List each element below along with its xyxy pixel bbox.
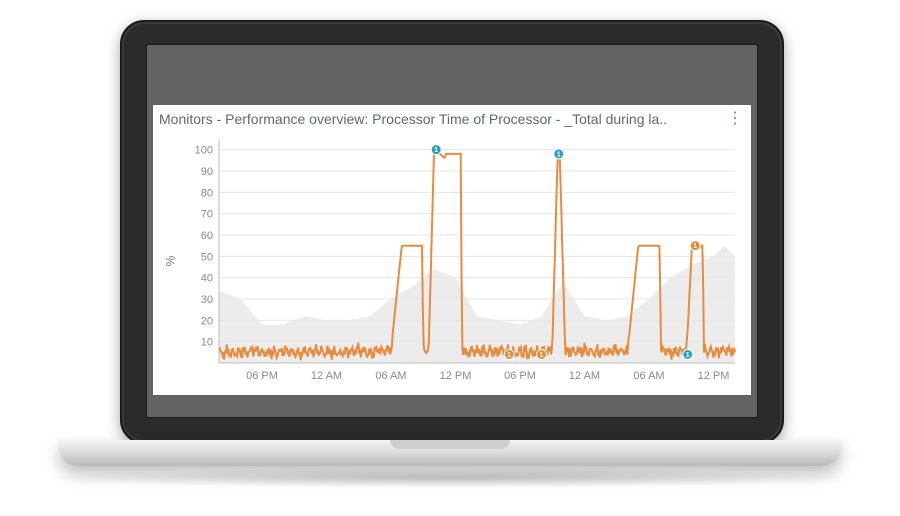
x-tick-label: 06 PM xyxy=(504,370,536,382)
chart-marker-label: 1 xyxy=(557,151,561,158)
y-tick-label: 90 xyxy=(201,166,213,178)
y-tick-label: 100 xyxy=(195,145,213,157)
y-tick-label: 60 xyxy=(201,230,213,242)
panel-header: Monitors - Performance overview: Process… xyxy=(153,105,751,133)
x-tick-label: 06 AM xyxy=(375,370,406,382)
y-tick-label: 70 xyxy=(201,209,213,221)
chart-panel: Monitors - Performance overview: Process… xyxy=(153,105,751,395)
y-tick-label: 30 xyxy=(201,294,213,306)
kebab-menu-icon[interactable]: ⋮ xyxy=(725,111,745,127)
chart-marker-label: 1 xyxy=(540,352,544,359)
x-tick-label: 12 PM xyxy=(698,370,730,382)
laptop-frame: Monitors - Performance overview: Process… xyxy=(120,20,784,444)
x-tick-label: 06 PM xyxy=(246,370,278,382)
line-chart: 10 20 30 40 50 60 70 80 90 100 06 PM 12 AM 06 AM 12 P… xyxy=(159,133,745,389)
chart-marker-label: 1 xyxy=(686,352,690,359)
chart-marker-label: 1 xyxy=(693,243,697,250)
laptop-shadow xyxy=(40,468,860,488)
y-tick-label: 40 xyxy=(201,273,213,285)
laptop-screen: Monitors - Performance overview: Process… xyxy=(146,44,758,418)
y-tick-label: 20 xyxy=(201,315,213,327)
chart-marker-label: 1 xyxy=(434,147,438,154)
stage: Monitors - Performance overview: Process… xyxy=(0,0,900,516)
laptop-base xyxy=(58,440,842,466)
x-tick-label: 12 AM xyxy=(569,370,600,382)
y-tick-label: 50 xyxy=(201,251,213,263)
x-tick-label: 06 AM xyxy=(633,370,664,382)
x-tick-label: 12 AM xyxy=(311,370,342,382)
chart-area: % 10203040506070809010006 PM12 AM06 AM12… xyxy=(159,133,745,389)
x-tick-label: 12 PM xyxy=(440,370,472,382)
y-tick-label: 10 xyxy=(201,337,213,349)
y-tick-label: 80 xyxy=(201,187,213,199)
panel-title: Monitors - Performance overview: Process… xyxy=(159,111,725,127)
chart-marker-label: 1 xyxy=(507,352,511,359)
